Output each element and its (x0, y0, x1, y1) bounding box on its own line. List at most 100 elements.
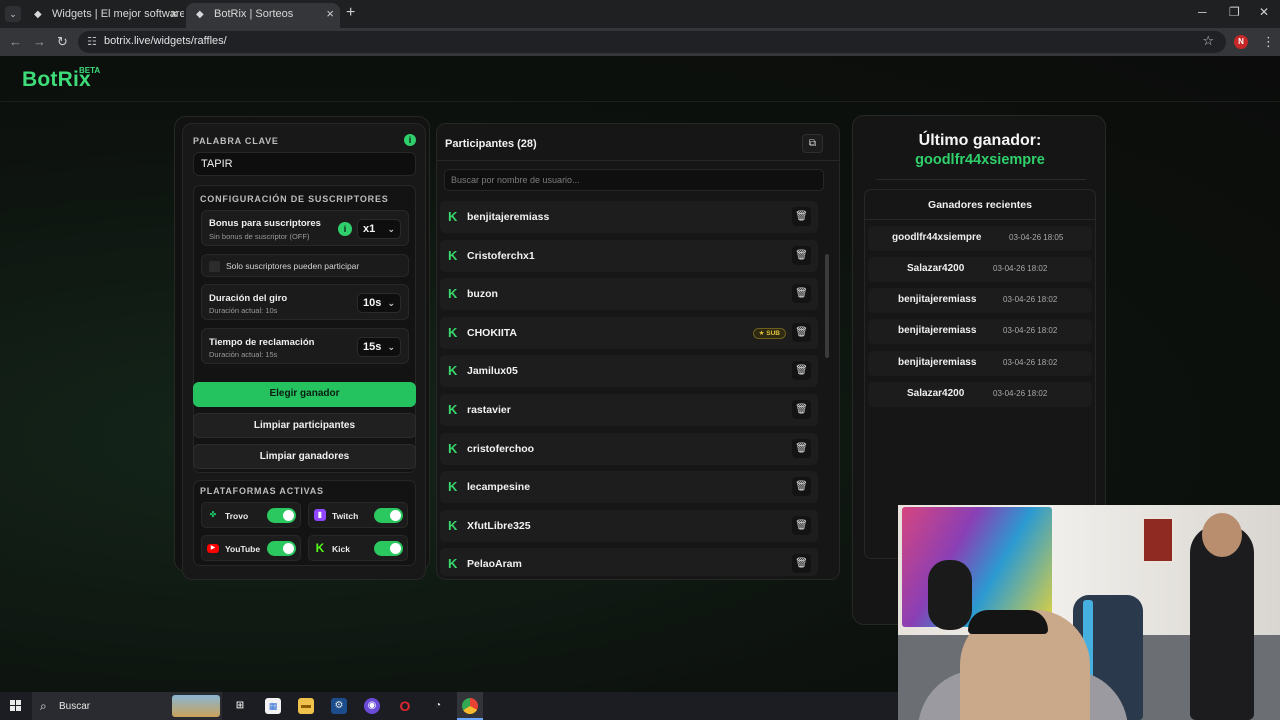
participant-search-input[interactable]: Buscar por nombre de usuario... (444, 169, 824, 191)
keyword-label: PALABRA CLAVE (193, 136, 279, 146)
info-icon[interactable]: i (404, 134, 416, 146)
platform-name: YouTube (225, 544, 261, 554)
kick-icon: K (448, 479, 458, 494)
close-icon[interactable]: × (326, 3, 334, 25)
forward-icon[interactable]: → (33, 34, 46, 49)
winner-row: benjitajeremiass 03-04-26 18:02 (868, 319, 1092, 344)
opera-icon[interactable]: O (397, 698, 413, 714)
trash-icon[interactable]: 🗑 (792, 400, 811, 419)
claim-subtitle: Duración actual: 15s (209, 350, 278, 359)
trash-icon[interactable]: 🗑 (792, 439, 811, 458)
participant-name: PelaoAram (467, 558, 522, 570)
taskbar-search-label: Buscar (59, 701, 91, 712)
app-icon[interactable]: ◔ (430, 698, 446, 714)
window-close-icon[interactable]: ✕ (1259, 5, 1269, 19)
last-winner-title: Último ganador: (918, 132, 1042, 149)
winner-name: benjitajeremiass (898, 325, 977, 336)
winner-time: 03-04-26 18:02 (993, 389, 1048, 398)
participant-name: cristoferchoo (467, 443, 535, 455)
copy-icon[interactable]: ⧉ (802, 134, 823, 153)
webcam-overlay (898, 505, 1280, 720)
divider (865, 219, 1095, 220)
tab-widgets[interactable]: ◆ Widgets | El mejor software para × (24, 3, 184, 28)
participant-row: K rastavier 🗑 (440, 394, 818, 426)
clear-participants-button[interactable]: Limpiar participantes (193, 413, 416, 438)
claim-value: 15s (363, 341, 382, 353)
spin-subtitle: Duración actual: 10s (209, 306, 278, 315)
trovo-toggle[interactable] (267, 508, 296, 523)
trash-icon[interactable]: 🗑 (792, 323, 811, 342)
close-icon[interactable]: × (170, 3, 178, 25)
tab-search-button[interactable]: ⌄ (5, 6, 21, 22)
bookmark-star-icon[interactable]: ☆ (1202, 33, 1214, 49)
winner-name: goodlfr44xsiempre (892, 232, 982, 243)
trash-icon[interactable]: 🗑 (792, 207, 811, 226)
tab-sorteos[interactable]: ◆ BotRix | Sorteos × (186, 3, 340, 28)
profile-avatar[interactable]: N (1234, 35, 1248, 49)
bonus-row: Bonus para suscriptores Sin bonus de sus… (201, 210, 409, 246)
trash-icon[interactable]: 🗑 (792, 246, 811, 265)
standing-person-head (1202, 513, 1242, 557)
reload-icon[interactable]: ↻ (57, 34, 68, 50)
discord-icon[interactable]: ◉ (364, 698, 380, 714)
steam-icon[interactable]: ⚙ (331, 698, 347, 714)
subs-only-row[interactable]: Solo suscriptores pueden participar (201, 254, 409, 277)
browser-menu-icon[interactable]: ⋮ (1262, 34, 1275, 50)
trovo-icon: ✤ (209, 510, 217, 519)
keyword-input[interactable]: TAPIR (193, 152, 416, 176)
chevron-down-icon: ⌄ (387, 224, 395, 234)
winner-name: benjitajeremiass (898, 357, 977, 368)
winner-time: 03-04-26 18:02 (993, 264, 1048, 273)
site-info-icon[interactable]: ☷ (87, 35, 97, 48)
last-winner-name: goodlfr44xsiempre (915, 152, 1045, 168)
trash-icon[interactable]: 🗑 (792, 554, 811, 573)
spin-select[interactable]: 10s ⌄ (357, 293, 401, 313)
participant-row: K lecampesine 🗑 (440, 471, 818, 503)
minimize-icon[interactable]: ─ (1198, 5, 1207, 19)
platform-twitch: ▮ Twitch (308, 502, 408, 528)
subs-only-checkbox[interactable] (209, 261, 220, 272)
tab-title: BotRix | Sorteos (214, 8, 294, 20)
pick-winner-button[interactable]: Elegir ganador (193, 382, 416, 407)
recent-winners-title: Ganadores recientes (928, 199, 1032, 211)
file-explorer-icon[interactable]: ▬ (298, 698, 314, 714)
trash-icon[interactable]: 🗑 (792, 516, 811, 535)
streamer-cap (968, 610, 1048, 634)
chevron-down-icon: ⌄ (387, 342, 395, 352)
kick-icon: K (448, 286, 458, 301)
participant-name: CHOKIITA (467, 327, 517, 339)
twitch-toggle[interactable] (374, 508, 403, 523)
kick-toggle[interactable] (374, 541, 403, 556)
winner-name: Salazar4200 (907, 263, 965, 274)
wall-poster (1142, 517, 1174, 563)
winner-row: goodlfr44xsiempre 03-04-26 18:05 (868, 226, 1092, 251)
clear-winners-button[interactable]: Limpiar ganadores (193, 444, 416, 469)
claim-title: Tiempo de reclamación (209, 337, 315, 348)
kick-icon: K (448, 441, 458, 456)
participants-scrollbar[interactable] (825, 254, 829, 358)
tab-title: Widgets | El mejor software para (52, 8, 184, 20)
youtube-toggle[interactable] (267, 541, 296, 556)
participant-name: rastavier (467, 404, 511, 416)
winner-name: benjitajeremiass (898, 294, 977, 305)
bonus-title: Bonus para suscriptores (209, 218, 321, 229)
omnibox[interactable]: ☷ botrix.live/widgets/raffles/ ☆ (78, 31, 1226, 53)
trash-icon[interactable]: 🗑 (792, 361, 811, 380)
windows-start-icon[interactable] (10, 700, 22, 712)
subs-only-label: Solo suscriptores pueden participar (226, 261, 360, 271)
back-icon[interactable]: ← (9, 34, 22, 49)
new-tab-icon[interactable]: + (346, 4, 355, 22)
participant-name: lecampesine (467, 481, 531, 493)
trash-icon[interactable]: 🗑 (792, 284, 811, 303)
chrome-icon[interactable] (462, 698, 478, 714)
store-icon[interactable]: ▦ (265, 698, 281, 714)
info-icon[interactable]: i (338, 222, 352, 236)
winner-row: benjitajeremiass 03-04-26 18:02 (868, 351, 1092, 376)
bonus-value: x1 (363, 223, 376, 235)
restore-icon[interactable]: ❐ (1229, 5, 1240, 19)
bonus-select[interactable]: x1 ⌄ (357, 219, 401, 239)
spin-title: Duración del giro (209, 293, 288, 304)
trash-icon[interactable]: 🗑 (792, 477, 811, 496)
task-view-icon[interactable]: ⊞ (232, 698, 248, 714)
claim-select[interactable]: 15s ⌄ (357, 337, 401, 357)
